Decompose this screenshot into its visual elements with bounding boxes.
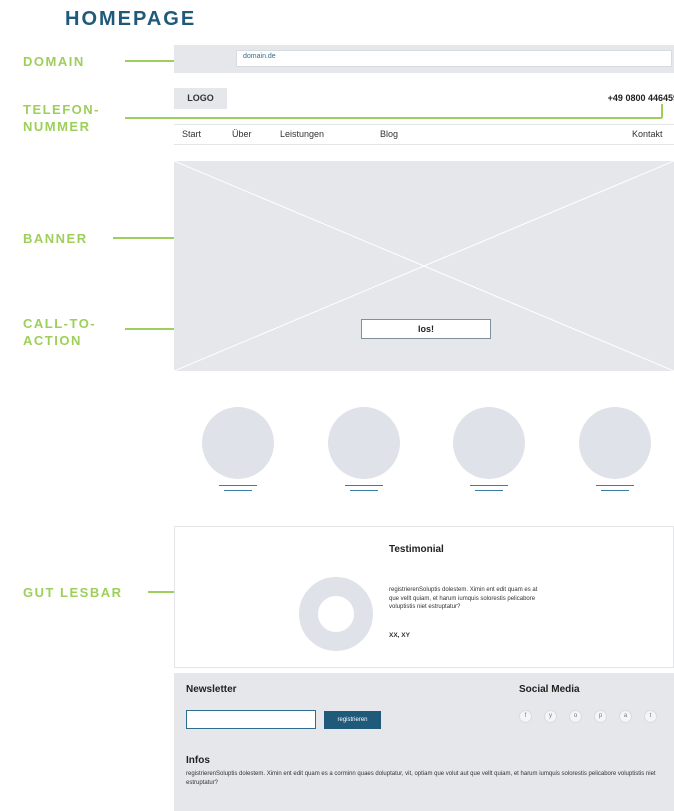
nav-item-blog[interactable]: Blog xyxy=(380,129,398,139)
phone-number: +49 0800 446459 xyxy=(607,93,674,103)
feature-underline-4b xyxy=(601,490,629,492)
banner-placeholder: los! xyxy=(174,161,674,371)
feature-circle-2 xyxy=(328,407,400,479)
testimonial-text: registrierenSoluptis dolestem. Ximin ent… xyxy=(389,587,538,610)
facebook-icon[interactable]: f xyxy=(519,710,532,723)
footer: Newsletter registrieren Social Media f y… xyxy=(174,673,674,811)
newsletter-title: Newsletter xyxy=(186,684,237,695)
twitter-icon[interactable]: y xyxy=(544,710,557,723)
newsletter-email-input[interactable] xyxy=(186,710,316,729)
annotation-telefon: TELEFON- NUMMER xyxy=(23,101,100,135)
newsletter-register-button[interactable]: registrieren xyxy=(324,711,381,729)
nav-item-leistungen[interactable]: Leistungen xyxy=(280,129,324,139)
banner-cross-lines xyxy=(174,161,674,371)
feature-underline-2a xyxy=(345,485,383,487)
annotation-cta: CALL-TO- ACTION xyxy=(23,315,96,349)
annotation-banner: BANNER xyxy=(23,231,88,246)
browser-address-bar: domain.de xyxy=(174,45,674,73)
infos-title: Infos xyxy=(186,755,210,766)
nav-item-ueber[interactable]: Über xyxy=(232,129,252,139)
feature-underline-1a xyxy=(219,485,257,487)
feature-underline-1b xyxy=(224,490,252,492)
nav-item-start[interactable]: Start xyxy=(182,129,201,139)
testimonial-author: XX, XY xyxy=(389,632,410,639)
page-title: HOMEPAGE xyxy=(65,8,197,30)
annotation-telefon-line1: TELEFON- xyxy=(23,102,100,117)
annotation-cta-line1: CALL-TO- xyxy=(23,316,97,331)
feature-circle-1 xyxy=(202,407,274,479)
annotation-line-telefon-tick xyxy=(661,104,663,118)
feature-underline-2b xyxy=(350,490,378,492)
tumblr-icon[interactable]: t xyxy=(644,710,657,723)
testimonial-title: Testimonial xyxy=(389,544,444,555)
feature-underline-4a xyxy=(596,485,634,487)
xing-icon[interactable]: a xyxy=(619,710,632,723)
annotation-gut-lesbar: GUT LESBAR xyxy=(23,585,123,600)
logo-placeholder: LOGO xyxy=(174,88,227,109)
feature-underline-3a xyxy=(470,485,508,487)
pinterest-icon[interactable]: p xyxy=(594,710,607,723)
annotation-cta-line2: ACTION xyxy=(23,333,82,348)
annotation-domain: DOMAIN xyxy=(23,54,85,69)
infos-text: registrierenSoluptis dolestem. Ximin ent… xyxy=(186,771,656,786)
feature-circle-4 xyxy=(579,407,651,479)
feature-underline-3b xyxy=(475,490,503,492)
social-media-title: Social Media xyxy=(519,684,580,695)
feature-circle-3 xyxy=(453,407,525,479)
annotation-telefon-line2: NUMMER xyxy=(23,119,91,134)
nav-item-kontakt[interactable]: Kontakt xyxy=(632,129,663,139)
instagram-icon[interactable]: o xyxy=(569,710,582,723)
url-text: domain.de xyxy=(243,53,276,60)
annotation-line-telefon xyxy=(125,117,662,119)
testimonial-avatar xyxy=(299,577,373,651)
testimonial-section: Testimonial registrierenSoluptis doleste… xyxy=(174,526,674,668)
cta-button[interactable]: los! xyxy=(361,319,491,339)
url-field: domain.de xyxy=(236,50,672,67)
main-navigation: Start Über Leistungen Blog Kontakt xyxy=(174,124,674,145)
